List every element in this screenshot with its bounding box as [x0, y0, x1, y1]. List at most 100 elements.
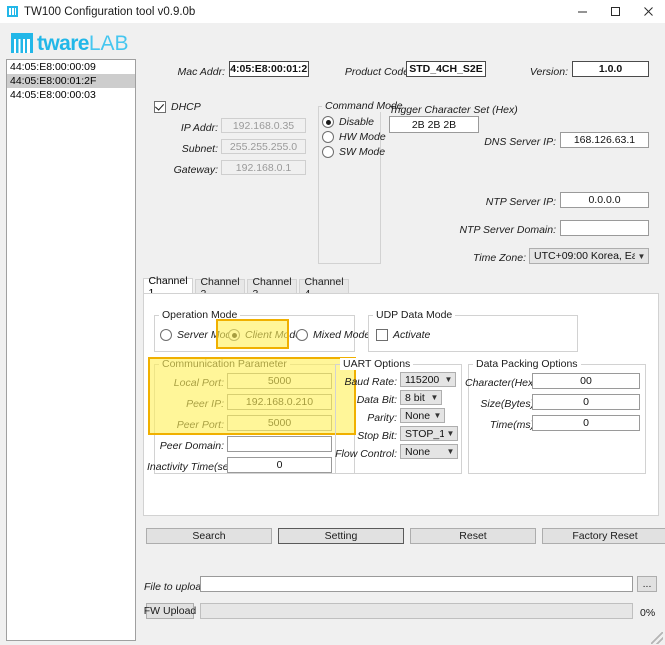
- upload-progress-percent: 0%: [640, 607, 656, 619]
- peer-domain-label: Peer Domain:: [159, 440, 224, 452]
- data-bit-select[interactable]: 8 bit ▼: [400, 390, 442, 405]
- packing-size-field[interactable]: 0: [532, 394, 640, 410]
- udp-data-mode-title: UDP Data Mode: [373, 309, 456, 321]
- peer-ip-field[interactable]: 192.168.0.210: [227, 394, 332, 410]
- chevron-down-icon: ▼: [637, 251, 646, 261]
- app-body: tware LAB 44:05:E8:00:00:09 44:05:E8:00:0…: [0, 23, 665, 645]
- command-mode-group: [318, 106, 381, 264]
- radio-label: Disable: [339, 116, 375, 128]
- ip-address-field[interactable]: 192.168.0.35: [221, 118, 306, 133]
- radio-dot: [228, 329, 240, 341]
- gateway-field[interactable]: 192.168.0.1: [221, 160, 306, 175]
- parity-label: Parity:: [367, 412, 397, 424]
- gateway-label: Gateway:: [173, 164, 218, 176]
- data-bit-label: Data Bit:: [356, 394, 397, 406]
- radio-dot: [322, 116, 334, 128]
- ntp-server-ip-field[interactable]: 0.0.0.0: [560, 192, 649, 208]
- minimize-icon[interactable]: [566, 1, 599, 23]
- dhcp-checkbox[interactable]: DHCP: [154, 101, 201, 113]
- trigger-character-set-label: Trigger Character Set (Hex): [389, 104, 518, 116]
- setting-button[interactable]: Setting: [278, 528, 404, 544]
- file-to-upload-input[interactable]: [200, 576, 633, 592]
- stop-bit-select[interactable]: STOP_1.0 ▼: [400, 426, 458, 441]
- radio-dot: [160, 329, 172, 341]
- stop-bit-value: STOP_1.0: [405, 427, 444, 440]
- data-bit-value: 8 bit: [405, 391, 425, 404]
- chevron-down-icon: ▼: [433, 411, 442, 420]
- resize-grip[interactable]: [651, 632, 663, 644]
- baud-rate-label: Baud Rate:: [344, 376, 397, 388]
- mac-address-label: Mac Addr:: [177, 66, 225, 78]
- peer-ip-label: Peer IP:: [186, 398, 224, 410]
- command-mode-disable-radio[interactable]: Disable: [322, 116, 374, 128]
- reset-button[interactable]: Reset: [410, 528, 536, 544]
- peer-port-field[interactable]: 5000: [227, 415, 332, 431]
- checkbox-box: [154, 101, 166, 113]
- command-mode-sw-radio[interactable]: SW Mode: [322, 146, 385, 158]
- radio-dot: [322, 131, 334, 143]
- packing-character-label: Character(Hex):: [465, 377, 540, 389]
- peer-port-label: Peer Port:: [176, 419, 224, 431]
- packing-character-field[interactable]: 00: [532, 373, 640, 389]
- close-icon[interactable]: [632, 1, 665, 23]
- operation-mode-client-radio[interactable]: Client Mode: [228, 329, 301, 341]
- packing-time-field[interactable]: 0: [532, 415, 640, 431]
- subnet-field[interactable]: 255.255.255.0: [221, 139, 306, 154]
- factory-reset-button[interactable]: Factory Reset: [542, 528, 665, 544]
- twarelab-logo-icon: [11, 33, 33, 53]
- list-item[interactable]: 44:05:E8:00:00:03: [7, 88, 135, 102]
- list-item[interactable]: 44:05:E8:00:00:09: [7, 60, 135, 74]
- stop-bit-label: Stop Bit:: [357, 430, 397, 442]
- maximize-icon[interactable]: [599, 1, 632, 23]
- udp-activate-label: Activate: [393, 329, 431, 341]
- mac-address-value: 44:05:E8:00:01:2F: [229, 61, 309, 77]
- local-port-field[interactable]: 5000: [227, 373, 332, 389]
- parity-select[interactable]: None ▼: [400, 408, 445, 423]
- window-title-bar: TW100 Configuration tool v0.9.0b: [0, 0, 665, 24]
- trigger-character-set-field[interactable]: 2B 2B 2B: [389, 116, 479, 133]
- operation-mode-server-radio[interactable]: Server Mode: [160, 329, 237, 341]
- list-item[interactable]: 44:05:E8:00:01:2F: [7, 74, 135, 88]
- radio-dot: [322, 146, 334, 158]
- baud-rate-select[interactable]: 115200 ▼: [400, 372, 456, 387]
- app-icon: [7, 6, 18, 17]
- ntp-server-domain-field[interactable]: [560, 220, 649, 236]
- main-content: Mac Addr: 44:05:E8:00:01:2F Product Code…: [140, 23, 665, 645]
- radio-label: SW Mode: [339, 146, 386, 158]
- fw-upload-button[interactable]: FW Upload: [144, 603, 196, 619]
- parity-value: None: [405, 409, 431, 422]
- brand-name-secondary: LAB: [88, 31, 129, 55]
- flow-control-label: Flow Control:: [335, 448, 397, 460]
- packing-size-label: Size(Bytes):: [480, 398, 537, 410]
- chevron-down-icon: ▼: [430, 393, 439, 402]
- version-label: Version:: [529, 66, 568, 78]
- browse-file-button[interactable]: ...: [637, 576, 657, 592]
- version-value: 1.0.0: [572, 61, 649, 77]
- peer-domain-field[interactable]: [227, 436, 332, 452]
- device-list[interactable]: 44:05:E8:00:00:09 44:05:E8:00:01:2F 44:0…: [6, 59, 136, 641]
- ntp-server-domain-label: NTP Server Domain:: [459, 224, 556, 236]
- communication-parameter-title: Communication Parameter: [159, 358, 290, 370]
- time-zone-select[interactable]: UTC+09:00 Korea, East Timor, ▼: [529, 248, 649, 264]
- dns-server-ip-field[interactable]: 168.126.63.1: [560, 132, 649, 148]
- command-mode-hw-radio[interactable]: HW Mode: [322, 131, 386, 143]
- flow-control-value: None: [405, 445, 431, 458]
- search-button[interactable]: Search: [146, 528, 272, 544]
- udp-activate-checkbox[interactable]: Activate: [376, 329, 430, 341]
- operation-mode-mixed-radio[interactable]: Mixed Mode: [296, 329, 370, 341]
- chevron-down-icon: ▼: [444, 375, 453, 384]
- dns-server-ip-label: DNS Server IP:: [484, 136, 556, 148]
- ntp-server-ip-label: NTP Server IP:: [485, 196, 556, 208]
- time-zone-label: Time Zone:: [472, 252, 526, 264]
- baud-rate-value: 115200: [405, 373, 440, 386]
- flow-control-select[interactable]: None ▼: [400, 444, 458, 459]
- local-port-label: Local Port:: [173, 377, 224, 389]
- dhcp-label: DHCP: [171, 101, 201, 113]
- operation-mode-title: Operation Mode: [159, 309, 241, 321]
- inactivity-time-field[interactable]: 0: [227, 457, 332, 473]
- chevron-down-icon: ▼: [446, 429, 455, 438]
- brand-logo: tware LAB: [11, 30, 129, 56]
- data-packing-options-title: Data Packing Options: [473, 358, 581, 370]
- product-code-value: STD_4CH_S2E: [406, 61, 486, 77]
- product-code-label: Product Code:: [344, 66, 412, 78]
